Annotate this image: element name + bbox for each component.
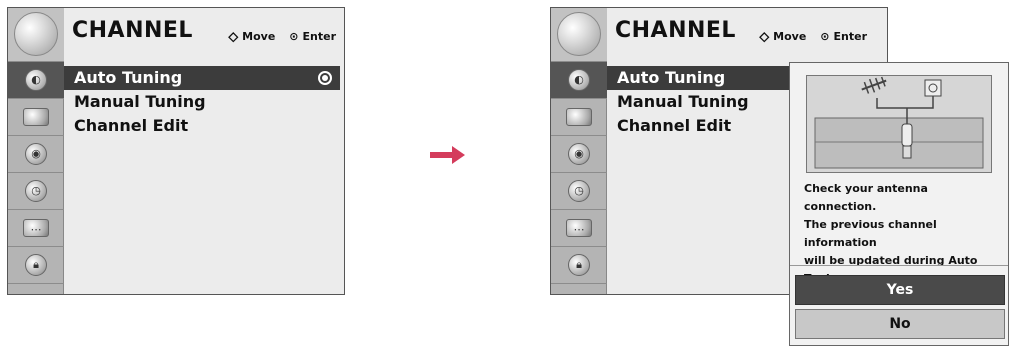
channel-menu-before: ◐ ◉ ◷ ⋯ 🔒︎ CHANNEL ⬦ Move ⊙ Enter Auto T… xyxy=(7,7,345,295)
lock-icon: 🔒︎ xyxy=(25,254,47,276)
sidebar-item-time[interactable]: ◷ xyxy=(8,173,64,210)
audio-icon: ◉ xyxy=(25,143,47,165)
popup-message-line: The previous channel information xyxy=(804,218,937,249)
nav-hint: ⬦ Move ⊙ Enter xyxy=(759,28,868,45)
sidebar-item-lock[interactable]: 🔒︎ xyxy=(8,247,64,284)
menu-item-label: Manual Tuning xyxy=(617,92,749,111)
sidebar-item-option[interactable]: ⋯ xyxy=(551,210,607,247)
sidebar-header xyxy=(8,8,64,62)
menu-title: CHANNEL xyxy=(615,18,736,43)
yes-button[interactable]: Yes xyxy=(795,275,1005,305)
enter-hint-label: Enter xyxy=(833,30,868,43)
sidebar-item-audio[interactable]: ◉ xyxy=(551,136,607,173)
globe-icon xyxy=(557,12,601,56)
enter-icon: ⊙ xyxy=(289,30,299,43)
sidebar-item-option[interactable]: ⋯ xyxy=(8,210,64,247)
enter-hint-label: Enter xyxy=(302,30,337,43)
sidebar-item-time[interactable]: ◷ xyxy=(551,173,607,210)
sidebar-item-picture[interactable] xyxy=(551,99,607,136)
move-icon: ⬦ xyxy=(759,28,770,45)
menu-item-label: Manual Tuning xyxy=(74,92,206,111)
channel-icon: ◐ xyxy=(25,69,47,91)
time-icon: ◷ xyxy=(568,180,590,202)
menu-title: CHANNEL xyxy=(72,18,193,43)
auto-tuning-popup: Check your antenna connection. The previ… xyxy=(789,62,1009,346)
audio-icon: ◉ xyxy=(568,143,590,165)
menu-items: Auto Tuning Manual Tuning Channel Edit xyxy=(64,66,344,138)
no-button[interactable]: No xyxy=(795,309,1005,339)
sidebar-item-lock[interactable]: 🔒︎ xyxy=(551,247,607,284)
sidebar-item-picture[interactable] xyxy=(8,99,64,136)
popup-message-line: Check your antenna connection. xyxy=(804,182,928,213)
sidebar-item-audio[interactable]: ◉ xyxy=(8,136,64,173)
lock-icon: 🔒︎ xyxy=(568,254,590,276)
menu-item-channel-edit[interactable]: Channel Edit xyxy=(64,114,344,138)
menu-item-label: Auto Tuning xyxy=(74,68,183,87)
picture-icon xyxy=(23,108,49,126)
option-icon: ⋯ xyxy=(566,219,592,237)
enter-icon: ⊙ xyxy=(820,30,830,43)
menu-item-label: Auto Tuning xyxy=(617,68,726,87)
popup-divider xyxy=(790,265,1008,266)
menu-item-label: Channel Edit xyxy=(74,116,189,135)
move-hint-label: Move xyxy=(242,30,276,43)
sidebar-item-channel[interactable]: ◐ xyxy=(551,62,607,99)
picture-icon xyxy=(566,108,592,126)
menu-sidebar: ◐ ◉ ◷ ⋯ 🔒︎ xyxy=(8,8,64,294)
nav-hint: ⬦ Move ⊙ Enter xyxy=(228,28,337,45)
option-icon: ⋯ xyxy=(23,219,49,237)
menu-item-label: Channel Edit xyxy=(617,116,732,135)
arrow-right-icon xyxy=(430,146,465,164)
popup-message: Check your antenna connection. The previ… xyxy=(804,180,1004,288)
globe-icon xyxy=(14,12,58,56)
move-icon: ⬦ xyxy=(228,28,239,45)
menu-header: CHANNEL ⬦ Move ⊙ Enter xyxy=(64,8,344,62)
channel-icon: ◐ xyxy=(568,69,590,91)
menu-item-auto-tuning[interactable]: Auto Tuning xyxy=(64,66,340,90)
popup-message-line: will be updated during Auto xyxy=(804,254,978,267)
sidebar-item-channel[interactable]: ◐ xyxy=(8,62,64,99)
sidebar-header xyxy=(551,8,607,62)
radio-selected-icon xyxy=(318,71,332,85)
menu-sidebar: ◐ ◉ ◷ ⋯ 🔒︎ xyxy=(551,8,607,294)
antenna-connection-illustration xyxy=(806,75,992,173)
antenna-diagram-icon xyxy=(814,76,984,169)
move-hint-label: Move xyxy=(773,30,807,43)
menu-item-manual-tuning[interactable]: Manual Tuning xyxy=(64,90,344,114)
menu-header: CHANNEL ⬦ Move ⊙ Enter xyxy=(607,8,887,62)
time-icon: ◷ xyxy=(25,180,47,202)
